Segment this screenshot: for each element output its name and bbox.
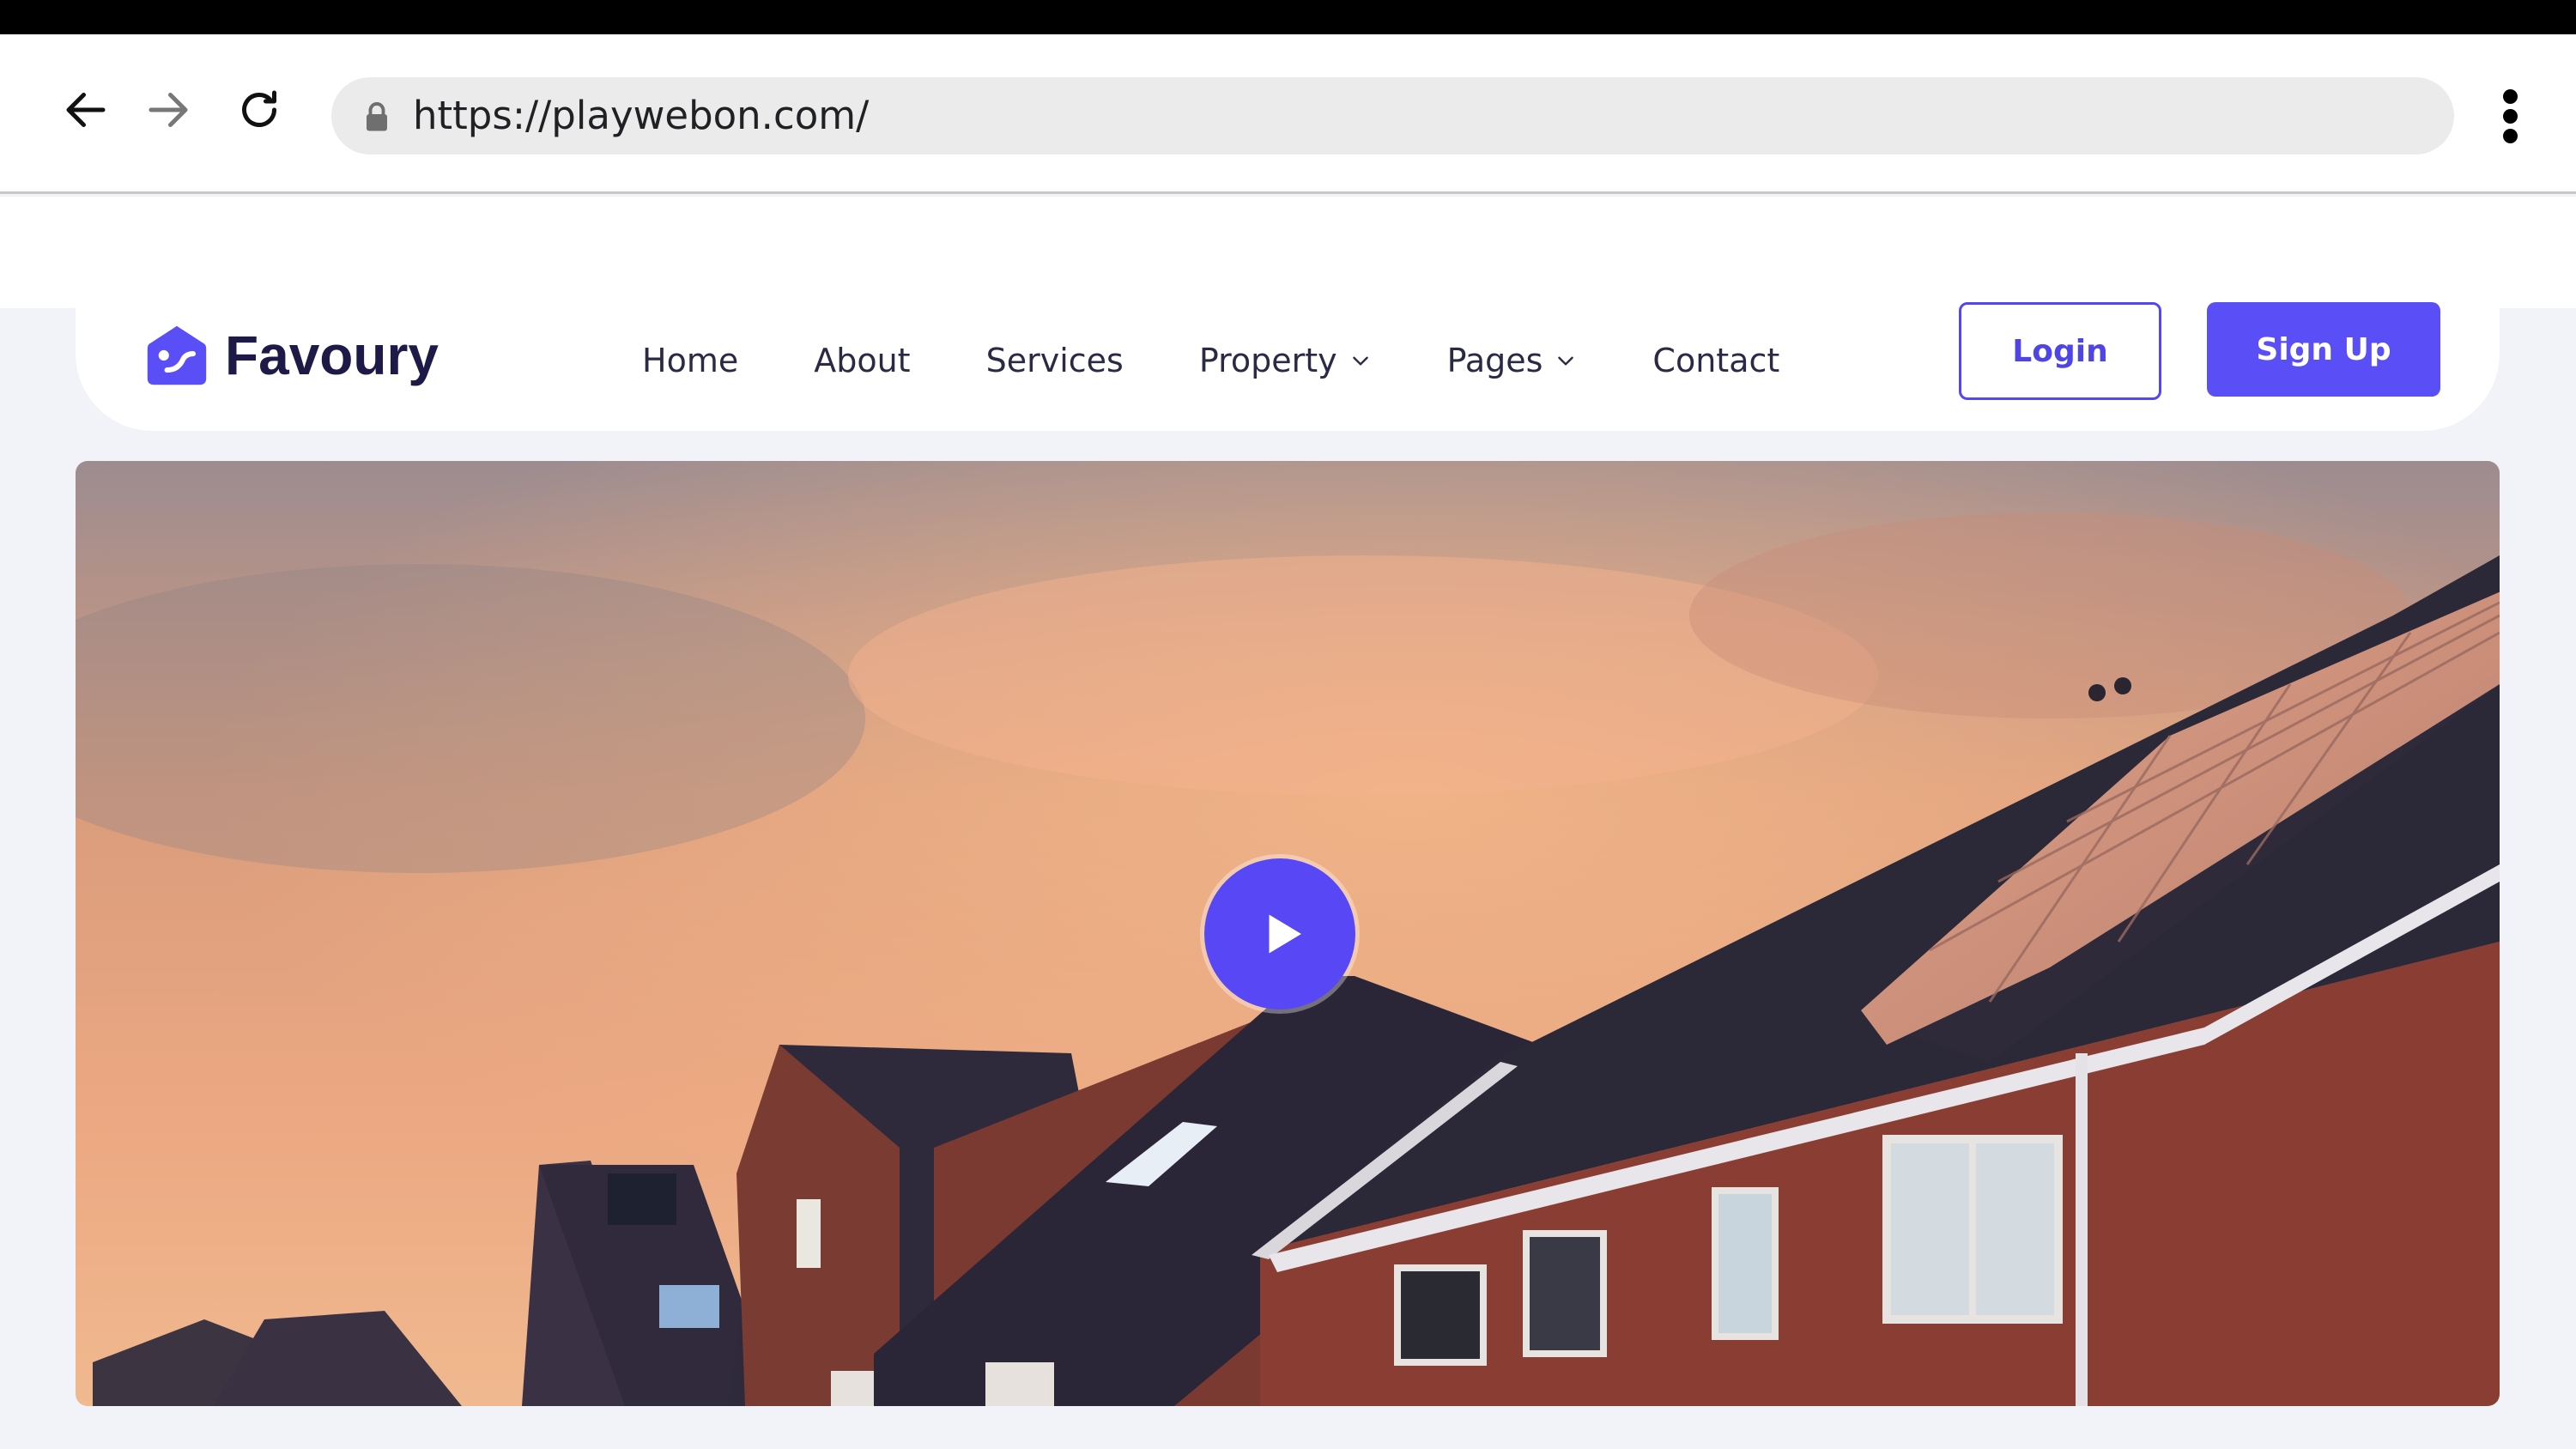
reload-icon xyxy=(242,90,276,127)
menu-dot xyxy=(2503,129,2518,143)
nav-services[interactable]: Services xyxy=(986,342,1124,379)
status-bar xyxy=(0,0,2576,34)
site-header: Favoury Home About Services Property Pag… xyxy=(76,240,2500,431)
nav-services-label: Services xyxy=(985,342,1124,379)
nav-about[interactable]: About xyxy=(814,342,910,379)
signup-button[interactable]: Sign Up xyxy=(2207,302,2440,397)
nav-contact-label: Contact xyxy=(1652,342,1780,379)
nav-pages[interactable]: Pages xyxy=(1447,342,1578,379)
forward-button[interactable] xyxy=(141,82,196,137)
play-icon xyxy=(1269,914,1301,954)
nav-property-label: Property xyxy=(1198,342,1337,379)
arrow-right-icon xyxy=(148,93,188,127)
nav-home-label: Home xyxy=(642,342,739,379)
login-button[interactable]: Login xyxy=(1959,302,2161,400)
hero-video xyxy=(76,461,2500,1406)
chevron-down-icon xyxy=(1558,356,1574,366)
lock-icon xyxy=(367,102,387,131)
address-bar[interactable]: https://playwebon.com/ xyxy=(331,77,2454,155)
nav-about-label: About xyxy=(814,342,911,379)
reload-button[interactable] xyxy=(232,82,287,137)
main-navigation: Home About Services Property Pages Conta… xyxy=(642,326,1855,395)
back-button[interactable] xyxy=(58,82,113,137)
nav-pages-label: Pages xyxy=(1446,342,1543,379)
more-vertical-icon xyxy=(2503,89,2518,104)
play-button[interactable] xyxy=(1200,854,1360,1014)
chevron-down-icon xyxy=(1352,356,1368,366)
house-logo-icon xyxy=(147,325,207,385)
play-button-inner xyxy=(1204,858,1355,1009)
logo-text: Favoury xyxy=(225,324,439,386)
nav-property[interactable]: Property xyxy=(1199,342,1372,379)
nav-contact[interactable]: Contact xyxy=(1652,342,1779,379)
menu-dot xyxy=(2503,109,2518,124)
site-logo[interactable]: Favoury xyxy=(144,323,439,388)
arrow-left-icon xyxy=(66,93,106,127)
url-text: https://playwebon.com/ xyxy=(413,93,870,138)
browser-menu-button[interactable] xyxy=(2489,86,2532,146)
nav-home[interactable]: Home xyxy=(642,342,738,379)
